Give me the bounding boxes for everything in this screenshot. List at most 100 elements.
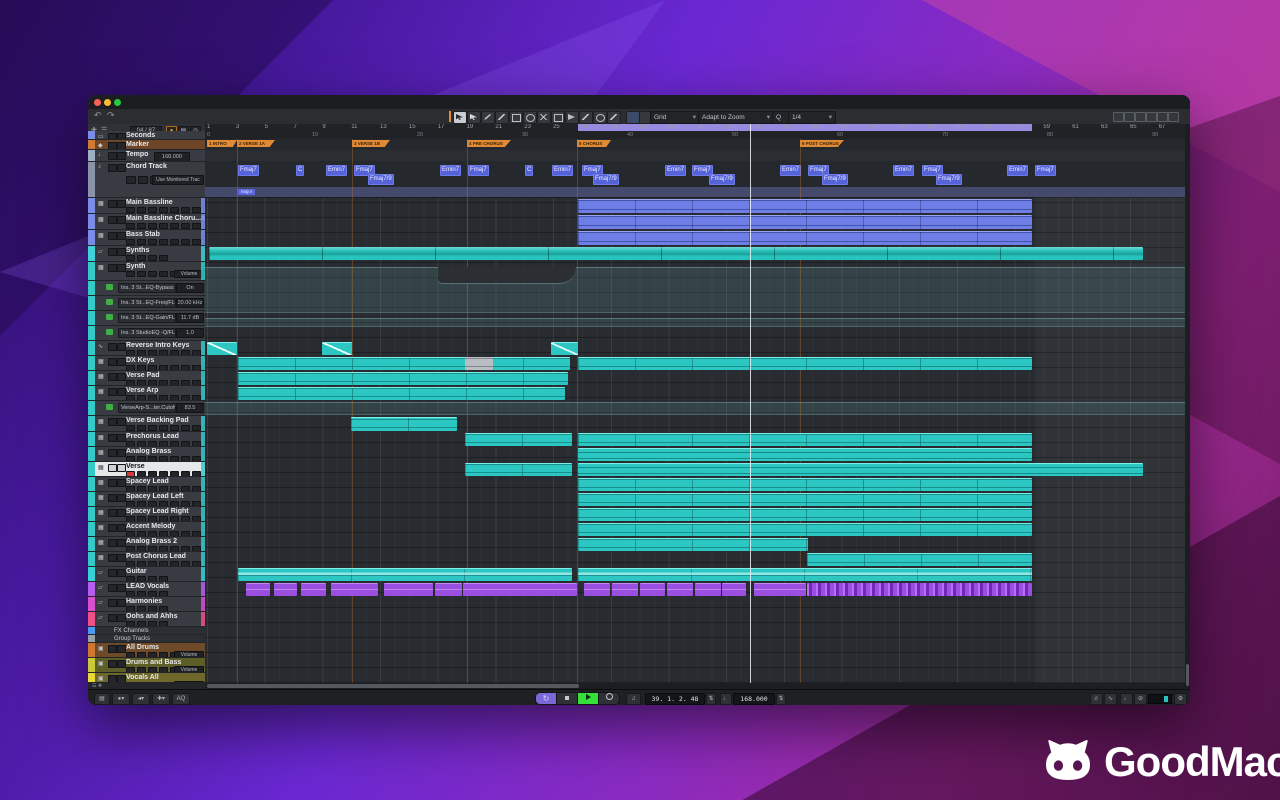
- marker-event[interactable]: 1 INTRO: [207, 140, 237, 147]
- track-control-button[interactable]: [170, 207, 179, 213]
- solo-button[interactable]: [117, 524, 126, 532]
- snap-icon[interactable]: [626, 111, 640, 124]
- marker-event[interactable]: 3 VERSE 1B: [352, 140, 390, 147]
- mute-button[interactable]: [108, 645, 117, 653]
- clip-event[interactable]: [238, 372, 568, 385]
- marker-event[interactable]: 2 VERSE 1A: [237, 140, 275, 147]
- track-control-button[interactable]: [192, 207, 201, 213]
- track-control-button[interactable]: [159, 239, 168, 245]
- chord-option-button[interactable]: [138, 176, 148, 184]
- play-tool[interactable]: [565, 111, 579, 124]
- mute-button[interactable]: [108, 418, 117, 426]
- metronome-icon[interactable]: ♫: [626, 693, 641, 705]
- solo-button[interactable]: [117, 675, 126, 683]
- clip-event[interactable]: [238, 568, 572, 581]
- track-row-prechorus-lead[interactable]: ▦Prechorus Lead: [88, 432, 205, 447]
- chord-event[interactable]: Fmaj7: [1035, 165, 1056, 176]
- mute-button[interactable]: [108, 232, 117, 240]
- range-select-tool[interactable]: [467, 111, 481, 124]
- mute-button[interactable]: [108, 554, 117, 562]
- track-control-button[interactable]: [137, 255, 146, 261]
- knife-tool[interactable]: [495, 111, 509, 124]
- clip-event[interactable]: [578, 357, 1032, 370]
- solo-button[interactable]: [117, 554, 126, 562]
- solo-button[interactable]: [117, 479, 126, 487]
- clip-event[interactable]: [578, 538, 808, 551]
- solo-button[interactable]: [117, 539, 126, 547]
- track-row-accent-melody[interactable]: ▦Accent Melody: [88, 522, 205, 537]
- automation-parameter-name[interactable]: Ins. 3 StudioEQ -Q/FL: [118, 328, 176, 338]
- track-control-button[interactable]: [148, 223, 157, 229]
- clip-event[interactable]: [238, 387, 565, 400]
- grid-type-select[interactable]: Grid▾: [650, 111, 700, 124]
- chord-event[interactable]: Fmaj7/9: [593, 174, 619, 185]
- scale-event[interactable]: Major: [238, 189, 255, 195]
- track-row-drums-and-bass[interactable]: ▣Drums and BassVolume: [88, 658, 205, 673]
- clip-event[interactable]: [207, 342, 237, 355]
- clip-event[interactable]: [578, 508, 1032, 521]
- solo-button[interactable]: [117, 418, 126, 426]
- solo-button[interactable]: [117, 133, 126, 140]
- mute-button[interactable]: [108, 539, 117, 547]
- track-row-chord-track[interactable]: ♪Chord TrackUse Monitored Trac: [88, 162, 205, 198]
- mute-tool[interactable]: [537, 111, 551, 124]
- vertical-scrollbar[interactable]: [1185, 124, 1190, 689]
- undo-icon[interactable]: ↶: [94, 110, 102, 121]
- track-row-post-chorus-lead[interactable]: ▦Post Chorus Lead: [88, 552, 205, 567]
- track-control-button[interactable]: [170, 223, 179, 229]
- mute-button[interactable]: [108, 614, 117, 622]
- marker-event[interactable]: 4 PRE CHORUS: [467, 140, 511, 147]
- audio-quantize-button[interactable]: AQ: [172, 693, 190, 705]
- track-control-button[interactable]: [159, 425, 168, 431]
- track-control-button[interactable]: [137, 239, 146, 245]
- bypass-icon[interactable]: ⊘: [1134, 693, 1147, 705]
- automation-value[interactable]: 20.00 kHz: [176, 298, 204, 308]
- track-control-button[interactable]: [137, 425, 146, 431]
- track-control-button[interactable]: [181, 239, 190, 245]
- mute-button[interactable]: [108, 584, 117, 592]
- chord-event[interactable]: Fmaj7/9: [709, 174, 735, 185]
- clip-event[interactable]: [578, 568, 1032, 581]
- mute-button[interactable]: [108, 464, 117, 472]
- window-titlebar[interactable]: [88, 95, 1190, 110]
- mute-button[interactable]: [108, 675, 117, 683]
- solo-button[interactable]: [117, 434, 126, 442]
- clip-event[interactable]: [463, 583, 577, 596]
- solo-button[interactable]: [117, 599, 126, 607]
- track-row-analog-brass-2[interactable]: ▦Analog Brass 2: [88, 537, 205, 552]
- close-button[interactable]: [94, 99, 101, 106]
- solo-button[interactable]: [117, 232, 126, 240]
- clip-event[interactable]: [331, 583, 378, 596]
- clip-event[interactable]: [246, 583, 270, 596]
- automation-read-button[interactable]: [106, 314, 113, 320]
- solo-button[interactable]: [117, 164, 126, 172]
- chord-event[interactable]: Emin7: [665, 165, 686, 176]
- chord-option-button[interactable]: [126, 176, 136, 184]
- punch-mode-button[interactable]: ◂▾: [132, 693, 150, 705]
- clip-event[interactable]: [640, 583, 665, 596]
- track-row-bass-stab[interactable]: ▦Bass Stab: [88, 230, 205, 246]
- track-control-button[interactable]: [192, 425, 201, 431]
- track-control-button[interactable]: [148, 255, 157, 261]
- track-control-button[interactable]: [126, 223, 135, 229]
- solo-button[interactable]: [117, 464, 126, 472]
- arrangement-area[interactable]: 1357911131517192123252729313335373941434…: [205, 124, 1185, 689]
- track-control-button[interactable]: [159, 207, 168, 213]
- color-tool[interactable]: [593, 111, 607, 124]
- stop-button[interactable]: [556, 692, 578, 705]
- record-mode-button[interactable]: ●▾: [112, 693, 130, 705]
- clip-event[interactable]: [384, 583, 433, 596]
- track-row-spacey-lead[interactable]: ▦Spacey Lead: [88, 477, 205, 492]
- chord-event[interactable]: Emin7: [780, 165, 801, 176]
- mute-button[interactable]: [108, 599, 117, 607]
- chord-event[interactable]: Fmaj7/9: [822, 174, 848, 185]
- track-row-main-bassline[interactable]: ▦Main Bassline: [88, 198, 205, 214]
- solo-button[interactable]: [117, 200, 126, 208]
- mute-button[interactable]: [108, 343, 117, 351]
- clip-event[interactable]: [578, 463, 1143, 476]
- clip-event[interactable]: [754, 583, 806, 596]
- mute-button[interactable]: [108, 133, 117, 140]
- track-row-verse-pad[interactable]: ▦Verse Pad: [88, 371, 205, 386]
- click-icon[interactable]: ♩: [1120, 693, 1133, 705]
- solo-button[interactable]: [117, 358, 126, 366]
